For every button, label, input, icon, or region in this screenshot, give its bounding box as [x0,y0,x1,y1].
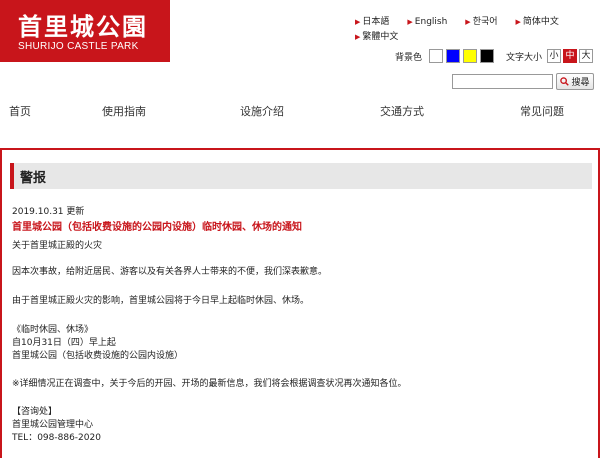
contact-phone: TEL：098-886-2020 [12,433,101,443]
logo-title-jp: 首里城公園 [18,12,148,41]
closure-date: 自10月31日（四）早上起 [12,338,116,348]
lang-traditional-chinese[interactable]: ▶ 繁體中文 [355,29,398,45]
bg-white-swatch[interactable] [429,49,444,63]
nav-facilities[interactable]: 设施介绍 [240,103,284,119]
alert-heading-bar: 警报 [10,163,592,189]
arrow-right-icon: ▶ [355,33,361,41]
lang-japanese[interactable]: ▶ 日本語 [355,14,389,30]
arrow-right-icon: ▶ [515,18,521,26]
lang-korean[interactable]: ▶ 한국어 [465,14,497,30]
nav-faq[interactable]: 常见问题 [520,103,564,119]
logo-title-en: SHURIJO CASTLE PARK [18,41,139,52]
bg-color-label: 背景色 [395,52,423,63]
notice-subtitle: 关于首里城正殿的火灾 [12,241,103,251]
closure-scope: 首里城公园（包括收费设施的公园内设施） [12,351,184,361]
accessibility-controls: 背景色 文字大小 小 中 大 [395,48,594,64]
font-size-large-button[interactable]: 大 [579,49,594,63]
nav-access[interactable]: 交通方式 [380,103,424,119]
language-menu: ▶ 日本語 ▶ English ▶ 한국어 ▶ 简体中文 ▶ 繁體中文 [355,14,600,42]
arrow-right-icon: ▶ [355,18,361,26]
contact-heading: 【咨询处】 [12,407,58,417]
site-logo[interactable]: 首里城公園 SHURIJO CASTLE PARK [0,0,170,62]
search-button-label: 搜尋 [571,78,590,88]
main-nav: 首页 使用指南 设施介绍 交通方式 常见问题 [0,99,600,121]
paragraph-apology: 因本次事故，给附近居民、游客以及有关各界人士带来的不便，我们深表歉意。 [12,267,328,277]
alert-panel: 警报 2019.10.31 更新 首里城公园（包括收费设施的公园内设施）临时休园… [0,148,600,458]
alert-heading: 警报 [20,171,47,186]
notice-title: 首里城公园（包括收费设施的公园内设施）临时休园、休场的通知 [12,222,302,233]
search-input[interactable] [452,74,553,89]
paragraph-investigation: ※详细情况正在调查中，关于今后的开园、开场的最新信息，我们将会根据调查状况再次通… [12,379,407,389]
font-size-medium-button[interactable]: 中 [563,49,578,63]
paragraph-closure: 由于首里城正殿火灾的影响，首里城公园将于今日早上起临时休园、休场。 [12,296,310,306]
font-size-label: 文字大小 [506,52,543,63]
font-size-small-button[interactable]: 小 [547,49,562,63]
search-button[interactable]: 搜尋 [556,73,594,90]
nav-home[interactable]: 首页 [9,103,31,119]
arrow-right-icon: ▶ [407,18,413,26]
nav-guide[interactable]: 使用指南 [102,103,146,119]
bg-blue-swatch[interactable] [446,49,461,63]
lang-english[interactable]: ▶ English [407,14,447,30]
contact-organization: 首里城公园管理中心 [12,420,94,430]
closure-heading: 《临时休园、休场》 [12,325,94,335]
bg-yellow-swatch[interactable] [463,49,478,63]
bg-black-swatch[interactable] [480,49,495,63]
update-date: 2019.10.31 更新 [12,207,85,217]
lang-simplified-chinese[interactable]: ▶ 简体中文 [516,14,559,30]
arrow-right-icon: ▶ [465,18,471,26]
search-icon [560,77,570,86]
